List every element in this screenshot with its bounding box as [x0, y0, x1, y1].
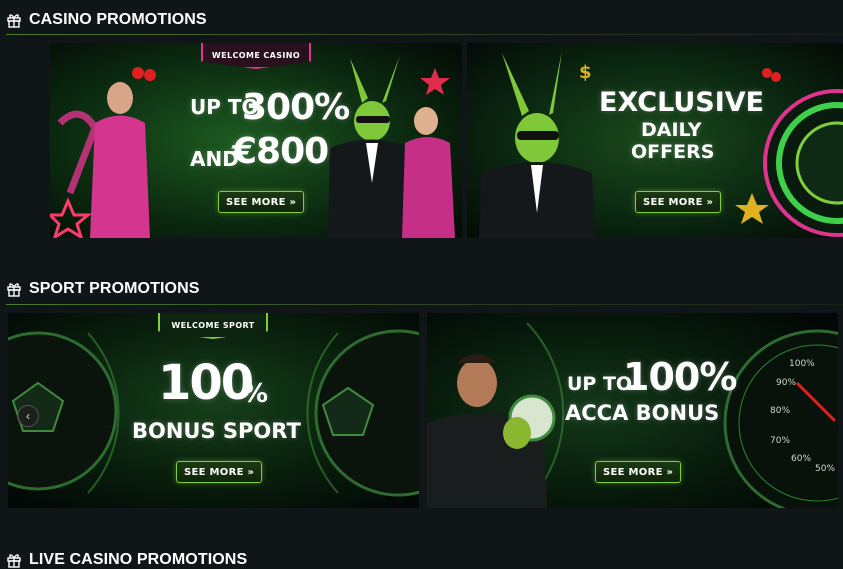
gift-icon [6, 281, 22, 297]
section-header-sport: SPORT PROMOTIONS [6, 280, 200, 298]
see-more-button[interactable]: SEE MORE » [218, 191, 305, 213]
gauge-label: 50% [815, 464, 836, 474]
gauge-label: 90% [776, 378, 797, 388]
see-more-button[interactable]: SEE MORE » [595, 461, 682, 483]
gauge-label: 60% [791, 454, 812, 464]
banner-subline: DAILY [641, 119, 702, 141]
gift-icon [6, 552, 22, 568]
chevron-left-icon: ‹ [26, 409, 30, 423]
promo-banner-daily-offers[interactable]: $ EXCLUSIVE DAILY OFFERS SEE MORE » [467, 43, 843, 238]
banner-headline-value: €800 [232, 131, 329, 172]
promo-banner-welcome-casino[interactable]: WELCOME CASINO UP TO 300% AND €800 SEE M… [50, 43, 462, 238]
banner-subline: OFFERS [631, 141, 715, 163]
section-title: LIVE CASINO PROMOTIONS [29, 551, 248, 568]
svg-text:$: $ [579, 62, 592, 83]
banner-headline: EXCLUSIVE [599, 87, 765, 118]
see-more-button[interactable]: SEE MORE » [635, 191, 722, 213]
section-title: CASINO PROMOTIONS [29, 11, 207, 28]
see-more-button[interactable]: SEE MORE » [176, 461, 263, 483]
section-title: SPORT PROMOTIONS [29, 280, 200, 297]
gauge-label: 80% [770, 406, 791, 416]
section-header-casino: CASINO PROMOTIONS [6, 11, 207, 29]
banner-headline-value: 100 [158, 355, 254, 411]
carousel-prev-button[interactable]: ‹ [17, 405, 39, 427]
banner-subline: BONUS SPORT [132, 419, 301, 443]
banner-headline-suffix: % [242, 379, 269, 409]
banner-subline: ACCA BONUS [565, 401, 720, 425]
gift-icon [6, 12, 22, 28]
section-header-live-casino: LIVE CASINO PROMOTIONS [6, 551, 247, 569]
gauge-label: 100% [789, 359, 815, 369]
gauge-label: 70% [770, 436, 791, 446]
banner-headline-value: 300% [242, 87, 350, 128]
promo-banner-welcome-sport[interactable]: WELCOME SPORT 100 % BONUS SPORT SEE MORE… [8, 313, 419, 508]
section-divider [6, 34, 843, 35]
banner-headline-value: 100% [623, 355, 737, 399]
section-divider [6, 304, 843, 305]
promo-banner-acca-bonus[interactable]: UP TO 100% ACCA BONUS SEE MORE » 100% 90… [427, 313, 838, 508]
